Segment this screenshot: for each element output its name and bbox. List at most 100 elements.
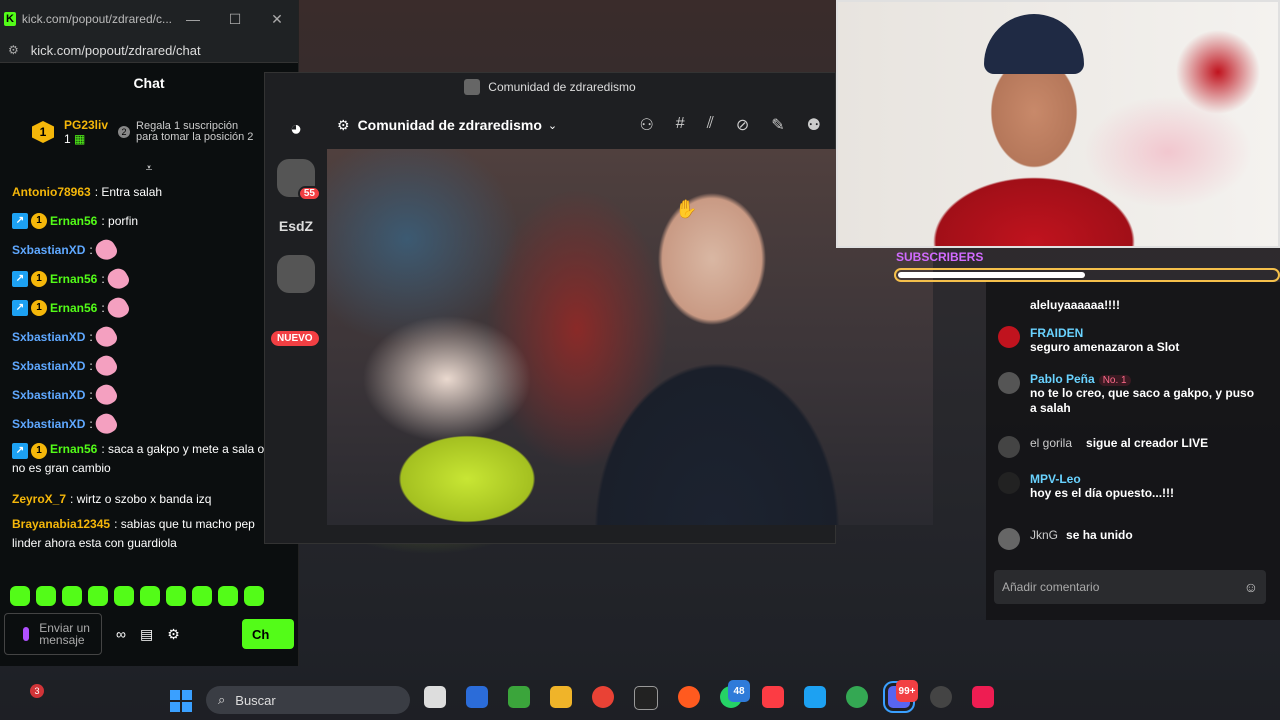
minimize-icon[interactable]: — <box>172 11 214 28</box>
emote-icon <box>104 293 132 322</box>
live-chat-item: aleluyaaaaaa!!!! <box>1030 298 1121 312</box>
chevron-down-icon[interactable]: ⌄ <box>548 119 557 132</box>
music-icon[interactable] <box>762 686 784 708</box>
live-chat-item: el gorila sigue al creador LIVE <box>998 436 1208 458</box>
file-icon[interactable] <box>424 686 446 708</box>
chat-header: Chat <box>133 75 165 91</box>
emote-icon[interactable] <box>192 586 212 606</box>
site-settings-icon[interactable]: ⚙ <box>8 43 19 57</box>
chrome-icon[interactable] <box>592 686 614 708</box>
chat-message: SxbastianXD: <box>12 380 286 409</box>
whatsapp-icon[interactable]: 48 <box>720 680 750 708</box>
hand-cursor-icon: ✋ <box>675 199 698 219</box>
channel-hash-icon[interactable]: # <box>676 115 685 135</box>
add-member-icon[interactable]: ⚇ <box>639 115 653 135</box>
verified-icon: ↗ <box>12 270 28 287</box>
kick-tab-title: kick.com/popout/zdrared/c... <box>21 12 172 26</box>
threads-icon[interactable]: ⫽ <box>707 115 714 135</box>
maximize-icon[interactable]: ☐ <box>214 11 256 28</box>
chrome-profile-icon[interactable] <box>846 686 868 708</box>
discord-logo-icon[interactable]: ◕ <box>276 109 316 149</box>
emote-icon <box>92 322 120 351</box>
mic-icon <box>23 627 30 641</box>
members-icon[interactable]: ⚉ <box>807 115 821 135</box>
emote-icon[interactable] <box>36 586 56 606</box>
store-icon[interactable]: ▤ <box>140 626 153 643</box>
server-name: Comunidad de zdraredismo <box>357 117 542 133</box>
discord-titlebar: Comunidad de zdraredismo <box>265 73 835 101</box>
sub-badge-icon: 1 <box>31 442 47 459</box>
emote-icon[interactable] <box>218 586 238 606</box>
gear-icon[interactable]: ⚙ <box>167 626 180 643</box>
chat-messages: Antonio78963: Entra salah ↗ 1 Ernan56: por… <box>0 177 298 553</box>
discord-icon[interactable]: 99+ <box>883 680 919 713</box>
server-item[interactable]: 55 <box>277 159 321 201</box>
chat-message: SxbastianXD: <box>12 351 286 380</box>
live-chat-item: Pablo Peña No. 1 no te lo creo, que saco a… <box>998 372 1260 416</box>
discord-window-title: Comunidad de zdraredismo <box>488 80 636 94</box>
emote-quickbar <box>10 586 264 606</box>
twitter-icon[interactable] <box>804 686 826 708</box>
taskbar-search[interactable]: ⌕ Buscar <box>206 686 410 714</box>
windows-start-icon[interactable] <box>170 690 192 712</box>
live-chat-item: FRAIDEN seguro amenazaron a Slot <box>998 326 1179 355</box>
verified-icon: ↗ <box>12 299 28 316</box>
subscribers-label: SUBSCRIBERS <box>896 250 984 264</box>
emoji-icon[interactable]: ☺ <box>1244 579 1258 595</box>
emote-icon[interactable] <box>88 586 108 606</box>
emote-icon[interactable] <box>10 586 30 606</box>
search-icon: ⌕ <box>218 692 226 707</box>
new-badge[interactable]: NUEVO <box>271 331 319 346</box>
minecraft-icon[interactable] <box>508 686 530 708</box>
kick-logo-icon: K <box>4 12 16 26</box>
store-app-icon[interactable] <box>466 686 488 708</box>
chat-message: ↗ 1 Ernan56: <box>12 293 286 322</box>
close-icon[interactable]: ✕ <box>256 11 298 28</box>
server-item[interactable]: EsdZ <box>277 207 315 245</box>
emote-icon[interactable] <box>166 586 186 606</box>
server-settings-icon[interactable]: ⚙ <box>337 117 350 134</box>
add-comment-placeholder: Añadir comentario <box>1002 580 1100 594</box>
avatar <box>998 528 1020 550</box>
chat-send-button[interactable]: Ch <box>242 619 294 649</box>
chat-message: SxbastianXD: <box>12 322 286 351</box>
sub-badge-icon: 1 <box>31 299 47 316</box>
emote-icon <box>92 380 120 409</box>
chat-message: Antonio78963: Entra salah <box>12 184 163 199</box>
emote-icon <box>92 235 120 264</box>
avatar <box>998 326 1020 348</box>
avatar <box>998 472 1020 494</box>
kick-titlebar: K kick.com/popout/zdrared/c... — ☐ ✕ <box>0 0 298 38</box>
rank-tag: No. 1 <box>1098 375 1131 386</box>
infinity-icon[interactable]: ∞ <box>116 626 126 643</box>
server-icon <box>464 79 481 95</box>
chat-message: SxbastianXD: <box>12 409 286 438</box>
chat-message: ↗ 1 Ernan56: porfin <box>12 206 286 235</box>
server-item[interactable] <box>277 255 315 293</box>
emote-icon[interactable] <box>62 586 82 606</box>
obs-icon[interactable] <box>930 686 952 708</box>
chat-message: Brayanabia12345: sabias que tu macho pep… <box>12 517 255 550</box>
emote-icon[interactable] <box>244 586 264 606</box>
address-bar[interactable]: ⚙ kick.com/popout/zdrared/chat <box>0 38 298 63</box>
chevron-down-icon[interactable]: ⩡ <box>0 161 298 177</box>
app-icon[interactable] <box>678 686 700 708</box>
folder-icon[interactable] <box>550 686 572 708</box>
subscribers-progress-fill <box>898 272 1086 278</box>
mute-icon[interactable]: ⊘ <box>736 115 749 135</box>
subscribers-progress-bar <box>894 268 1280 282</box>
server-header[interactable]: ⚙ Comunidad de zdraredismo ⌄ ⚇ # ⫽ ⊘ ✎ ⚉ <box>337 101 835 150</box>
pin-icon[interactable]: ✎ <box>771 115 784 135</box>
notification-badge[interactable]: 3 <box>30 684 44 698</box>
emote-icon[interactable] <box>140 586 160 606</box>
emote-icon[interactable] <box>114 586 134 606</box>
capcut-icon[interactable] <box>634 686 658 710</box>
add-comment-input[interactable]: Añadir comentario ☺ <box>994 570 1266 604</box>
pinned-leaderboard: 1 PG23liv 1 ▦ 2 Regala 1 suscripción par… <box>0 103 298 161</box>
live-chat-item: MPV-Leo hoy es el día opuesto...!!! <box>998 472 1174 501</box>
verified-icon: ↗ <box>12 212 28 229</box>
chat-input[interactable]: Enviar un mensaje <box>4 613 102 655</box>
tiktok-icon[interactable] <box>972 686 994 708</box>
mention-count: 55 <box>297 186 321 201</box>
pinned-user[interactable]: PG23liv <box>64 118 108 132</box>
